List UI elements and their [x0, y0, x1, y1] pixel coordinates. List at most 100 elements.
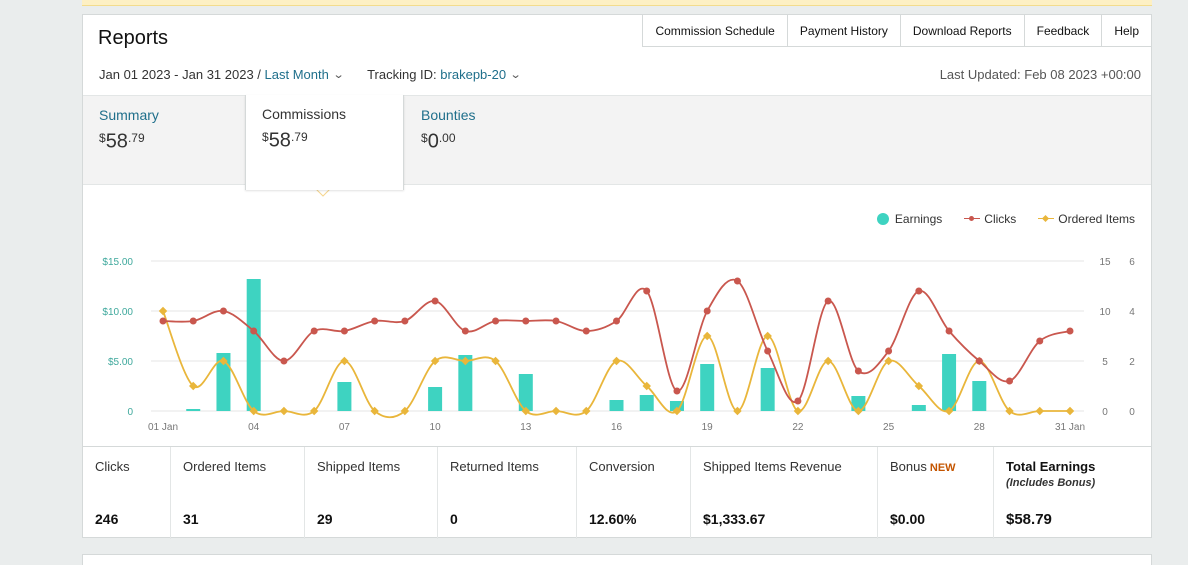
tab-value: $58.79	[262, 129, 308, 152]
x-tick-label: 01 Jan	[148, 422, 178, 433]
page-title: Reports	[98, 27, 169, 49]
payment-history-button[interactable]: Payment History	[786, 14, 901, 47]
y-tick-label-clicks: 15	[1099, 257, 1111, 268]
tracking-id-dropdown[interactable]: brakepb-20	[440, 67, 506, 82]
items-line-icon	[1038, 214, 1055, 224]
clicks-point	[522, 317, 530, 325]
earnings-bar	[639, 395, 654, 411]
clicks-point	[552, 317, 560, 325]
x-tick-label: 10	[430, 422, 442, 433]
commission-schedule-button[interactable]: Commission Schedule	[642, 14, 788, 47]
help-button[interactable]: Help	[1101, 14, 1152, 47]
y-tick-label-earnings: $15.00	[102, 257, 133, 268]
stat-conversion: Conversion 12.60%	[577, 447, 691, 539]
clicks-point	[703, 307, 711, 315]
ordered-items-point	[1035, 406, 1045, 416]
clicks-point	[794, 397, 802, 405]
clicks-point	[310, 327, 318, 335]
clicks-line-icon	[964, 214, 981, 224]
clicks-point	[1036, 337, 1044, 345]
tab-label: Summary	[99, 107, 159, 123]
earnings-bar	[186, 409, 201, 411]
clicks-point	[915, 287, 923, 295]
earnings-bar	[911, 405, 926, 411]
earnings-bar	[337, 382, 352, 411]
clicks-point	[461, 327, 469, 335]
period-dropdown[interactable]: Last Month	[265, 67, 329, 82]
notification-banner	[82, 0, 1152, 6]
stat-shipped-items: Shipped Items 29	[305, 447, 438, 539]
chevron-down-icon[interactable]: ⌄	[510, 68, 522, 81]
clicks-point	[1006, 377, 1014, 385]
x-tick-label: 16	[611, 422, 623, 433]
top-nav: Commission Schedule Payment History Down…	[642, 14, 1152, 47]
stats-summary: Clicks 246 Ordered Items 31 Shipped Item…	[83, 446, 1151, 539]
ordered-items-point	[279, 406, 289, 416]
chart-legend: Earnings Clicks Ordered Items	[855, 212, 1135, 226]
x-tick-label: 19	[702, 422, 714, 433]
legend-clicks[interactable]: Clicks	[964, 212, 1016, 226]
new-badge: NEW	[929, 462, 956, 474]
tracking-label: Tracking ID:	[367, 67, 437, 82]
x-tick-label: 13	[520, 422, 532, 433]
tab-commissions[interactable]: Commissions $58.79	[245, 95, 404, 190]
y-tick-label-earnings: $5.00	[108, 357, 133, 368]
stat-total-earnings: Total Earnings (Includes Bonus) $58.79	[1006, 459, 1096, 528]
clicks-line	[162, 278, 1071, 404]
earnings-bar	[700, 364, 715, 411]
chart-svg: $15.00 15 6 $10.00 10 4 $5.00 5 2 0 0 0 01 Jan 04 07 10…	[102, 257, 1135, 433]
clicks-point	[401, 317, 409, 325]
earnings-bar	[942, 354, 957, 411]
clicks-point	[975, 357, 983, 365]
earnings-dot-icon	[876, 213, 889, 225]
stat-returned-items: Returned Items 0	[438, 447, 577, 539]
y-tick-label-items: 0	[1129, 407, 1135, 418]
tab-bounties[interactable]: Bounties $0.00	[405, 96, 491, 186]
chevron-down-icon[interactable]: ⌄	[332, 68, 344, 81]
earnings-bar	[428, 387, 443, 411]
secondary-card	[82, 554, 1152, 565]
y-tick-label-earnings: 0	[127, 407, 133, 418]
legend-earnings[interactable]: Earnings	[876, 212, 942, 226]
clicks-point	[945, 327, 953, 335]
clicks-point	[189, 317, 197, 325]
earnings-bar	[246, 279, 261, 411]
x-tick-label: 28	[974, 422, 986, 433]
report-tabs: Summary $58.79 Commissions $58.79 Bounti…	[83, 95, 1151, 190]
y-tick-label-clicks: 10	[1099, 307, 1111, 318]
clicks-point	[613, 317, 620, 325]
y-tick-label-clicks: 0	[1102, 407, 1108, 418]
tab-value: $0.00	[421, 130, 456, 153]
clicks-point	[673, 387, 681, 395]
tab-label: Bounties	[421, 107, 476, 123]
earnings-chart: $15.00 15 6 $10.00 10 4 $5.00 5 2 0 0 0 01 Jan 04 07 10…	[83, 200, 1151, 446]
date-range-text: Jan 01 2023 - Jan 31 2023 /	[99, 67, 261, 82]
download-reports-button[interactable]: Download Reports	[899, 14, 1025, 47]
clicks-point	[643, 287, 651, 295]
clicks-point	[885, 347, 893, 355]
clicks-point	[371, 317, 379, 325]
clicks-point	[159, 317, 167, 325]
x-tick-label: 31 Jan	[1055, 422, 1085, 433]
clicks-point	[431, 297, 439, 305]
ordered-items-point	[823, 356, 833, 366]
feedback-button[interactable]: Feedback	[1023, 14, 1103, 47]
clicks-point	[733, 277, 741, 285]
legend-ordered-items[interactable]: Ordered Items	[1038, 212, 1135, 226]
stat-clicks: Clicks 246	[83, 447, 171, 539]
clicks-point	[219, 307, 227, 315]
y-tick-label-clicks: 5	[1102, 357, 1108, 368]
last-updated: Last Updated: Feb 08 2023 +00:00	[939, 67, 1141, 82]
clicks-point	[854, 367, 862, 375]
clicks-point	[764, 347, 772, 355]
earnings-bar	[760, 368, 775, 411]
ordered-items-point	[1065, 406, 1075, 416]
ordered-items-point	[158, 306, 168, 316]
stat-shipped-revenue: Shipped Items Revenue $1,333.67	[691, 447, 878, 539]
y-tick-label-items: 2	[1129, 357, 1135, 368]
tab-label: Commissions	[262, 106, 347, 122]
x-tick-label: 22	[792, 422, 804, 433]
tab-summary[interactable]: Summary $58.79	[83, 96, 175, 186]
y-tick-label-items: 4	[1129, 307, 1135, 318]
clicks-point	[582, 327, 590, 335]
